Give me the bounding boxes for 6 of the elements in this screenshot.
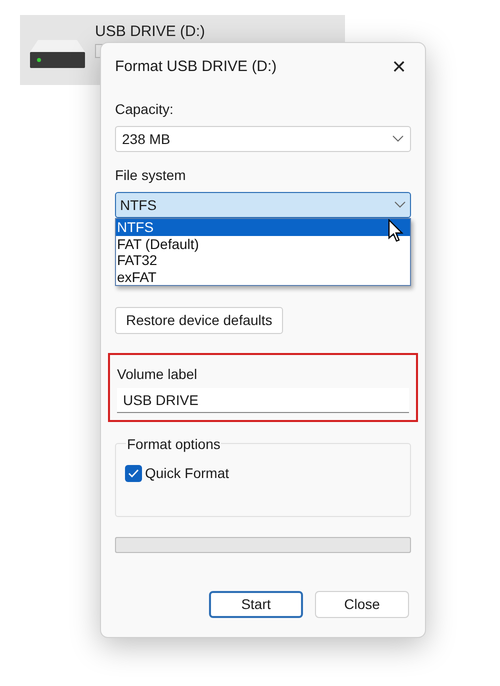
field-label: Volume label bbox=[117, 365, 198, 384]
drive-name: USB DRIVE (D:) bbox=[95, 22, 206, 42]
field-label: File system bbox=[115, 166, 187, 185]
field-label: Capacity: bbox=[115, 100, 174, 119]
checkbox-label: Quick Format bbox=[145, 464, 230, 483]
dialog-title: Format USB DRIVE (D:) bbox=[115, 56, 277, 77]
